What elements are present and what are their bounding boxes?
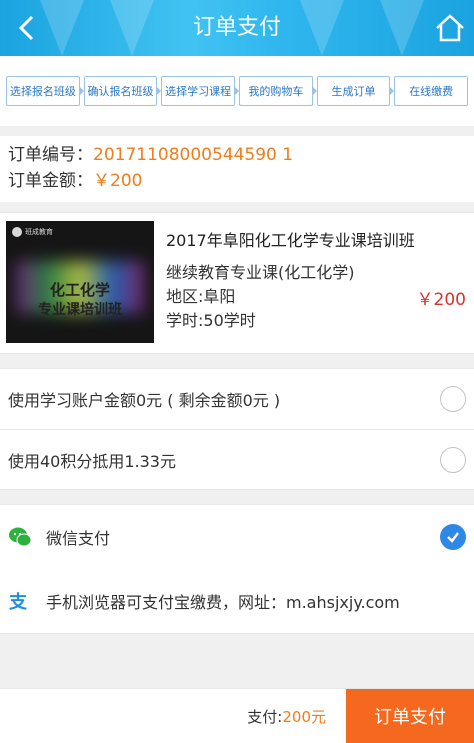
payment-methods: 微信支付 支 手机浏览器可支付宝缴费，网址：m.ahsjxjy.com [0, 504, 474, 634]
app-header: 订单支付 [0, 0, 474, 56]
page-title: 订单支付 [192, 15, 281, 40]
total-label: 支付: [247, 707, 283, 726]
alipay-label: 手机浏览器可支付宝缴费，网址：m.ahsjxjy.com [46, 593, 400, 612]
wechat-selected-check[interactable] [440, 524, 466, 550]
home-icon [436, 14, 464, 42]
progress-steps: 选择报名班级 确认报名班级 选择学习课程 我的购物车 生成订单 在线缴费 [0, 56, 474, 126]
wechat-icon [8, 525, 32, 549]
product-price: ￥200 [416, 290, 466, 310]
step-cart: 我的购物车 [239, 76, 317, 106]
checkout-bar: 支付:200元 订单支付 [0, 688, 474, 743]
order-amount-value: ￥200 [93, 171, 143, 191]
step-select-course: 选择学习课程 [161, 76, 239, 106]
product-hours: 学时:50学时 [166, 311, 256, 330]
order-number-label: 订单编号： [8, 145, 93, 165]
thumb-line1: 化工化学 [49, 281, 110, 299]
step-select-class: 选择报名班级 [6, 76, 84, 106]
option-account-balance[interactable]: 使用学习账户金额0元 ( 剩余金额0元 ) [0, 369, 474, 429]
discount-options: 使用学习账户金额0元 ( 剩余金额0元 ) 使用40积分抵用1.33元 [0, 368, 474, 490]
order-number-value: 20171108000544590 1 [93, 145, 294, 165]
order-amount-row: 订单金额：￥200 [8, 168, 466, 194]
wechat-label: 微信支付 [46, 529, 111, 548]
step-generate-order: 生成订单 [316, 76, 395, 106]
home-button[interactable] [434, 12, 466, 44]
brand-logo: 班成教育 [12, 227, 53, 237]
product-card[interactable]: 班成教育 化工化学 专业课培训班 2017年阜阳化工化学专业课培训班 继续教育专… [0, 212, 474, 354]
submit-order-button[interactable]: 订单支付 [346, 688, 474, 743]
alipay-icon: 支 [8, 589, 32, 613]
product-thumbnail: 班成教育 化工化学 专业课培训班 [6, 221, 154, 343]
product-category: 继续教育专业课(化工化学) [166, 263, 355, 282]
step-confirm-class: 确认报名班级 [83, 76, 161, 106]
payment-wechat[interactable]: 微信支付 [0, 505, 474, 569]
payment-alipay[interactable]: 支 手机浏览器可支付宝缴费，网址：m.ahsjxjy.com [0, 569, 474, 633]
option-points[interactable]: 使用40积分抵用1.33元 [0, 429, 474, 489]
check-icon [447, 532, 459, 543]
step-online-pay: 在线缴费 [394, 76, 469, 106]
order-info: 订单编号：20171108000544590 1 订单金额：￥200 [0, 136, 474, 202]
order-amount-label: 订单金额： [8, 171, 93, 191]
total-value: 200元 [282, 707, 326, 726]
product-title: 2017年阜阳化工化学专业课培训班 [166, 231, 415, 250]
order-number-row: 订单编号：20171108000544590 1 [8, 142, 466, 168]
thumb-line2: 专业课培训班 [38, 302, 122, 318]
account-balance-radio[interactable] [440, 386, 466, 412]
svg-text:支: 支 [8, 591, 28, 613]
option-points-label: 使用40积分抵用1.33元 [8, 451, 176, 471]
option-account-balance-label: 使用学习账户金额0元 ( 剩余金额0元 ) [8, 391, 281, 410]
points-radio[interactable] [440, 446, 466, 473]
total-amount: 支付:200元 [0, 706, 346, 727]
